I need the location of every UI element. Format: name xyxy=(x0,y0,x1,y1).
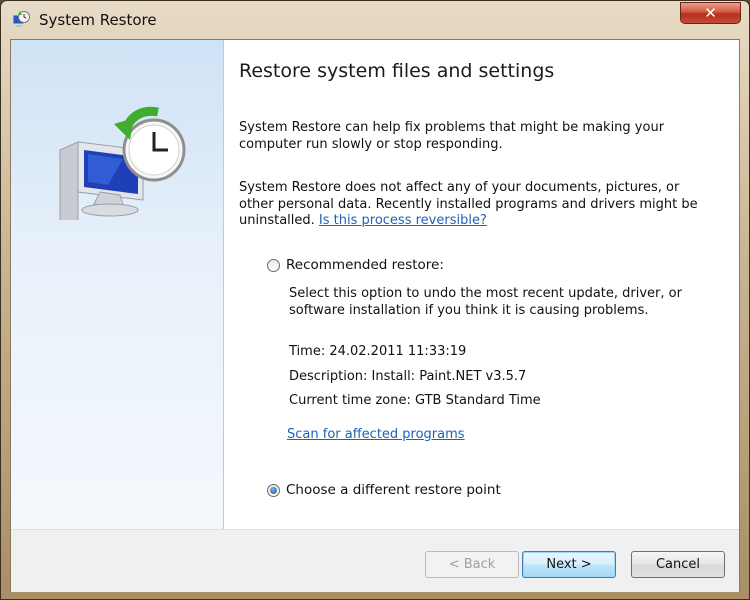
reversible-link[interactable]: Is this process reversible? xyxy=(319,213,487,228)
intro-paragraph: System Restore can help fix problems tha… xyxy=(239,120,665,152)
recommended-restore-radio[interactable] xyxy=(267,258,280,272)
restore-description: Description: Install: Paint.NET v3.5.7 xyxy=(289,369,527,384)
window-title: System Restore xyxy=(39,11,157,29)
page-heading: Restore system files and settings xyxy=(239,60,555,82)
system-restore-window: System Restore ✕ Restore system files an… xyxy=(0,0,750,600)
different-restore-point-option[interactable]: Choose a different restore point xyxy=(267,482,501,498)
left-panel xyxy=(11,40,224,529)
different-restore-point-radio[interactable] xyxy=(267,483,280,497)
back-button[interactable]: < Back xyxy=(425,551,519,578)
restore-time: Time: 24.02.2011 11:33:19 xyxy=(289,344,467,359)
recommended-description: Select this option to undo the most rece… xyxy=(289,286,682,318)
button-bar: < Back Next > Cancel xyxy=(11,529,739,592)
close-icon: ✕ xyxy=(704,4,717,22)
recommended-restore-label: Recommended restore: xyxy=(286,257,444,273)
cancel-button[interactable]: Cancel xyxy=(631,551,725,578)
dialog-client-area: Restore system files and settings System… xyxy=(10,39,740,592)
title-bar[interactable]: System Restore ✕ xyxy=(1,1,749,39)
scan-affected-programs-link[interactable]: Scan for affected programs xyxy=(287,427,465,442)
system-restore-icon xyxy=(12,11,30,27)
computer-with-clock-restore-icon xyxy=(59,106,186,220)
restore-timezone: Current time zone: GTB Standard Time xyxy=(289,393,541,408)
recommended-restore-option[interactable]: Recommended restore: xyxy=(267,257,444,273)
different-restore-point-label: Choose a different restore point xyxy=(286,482,501,498)
close-button[interactable]: ✕ xyxy=(680,2,741,24)
next-button[interactable]: Next > xyxy=(522,551,616,578)
effects-paragraph: System Restore does not affect any of yo… xyxy=(239,180,709,230)
